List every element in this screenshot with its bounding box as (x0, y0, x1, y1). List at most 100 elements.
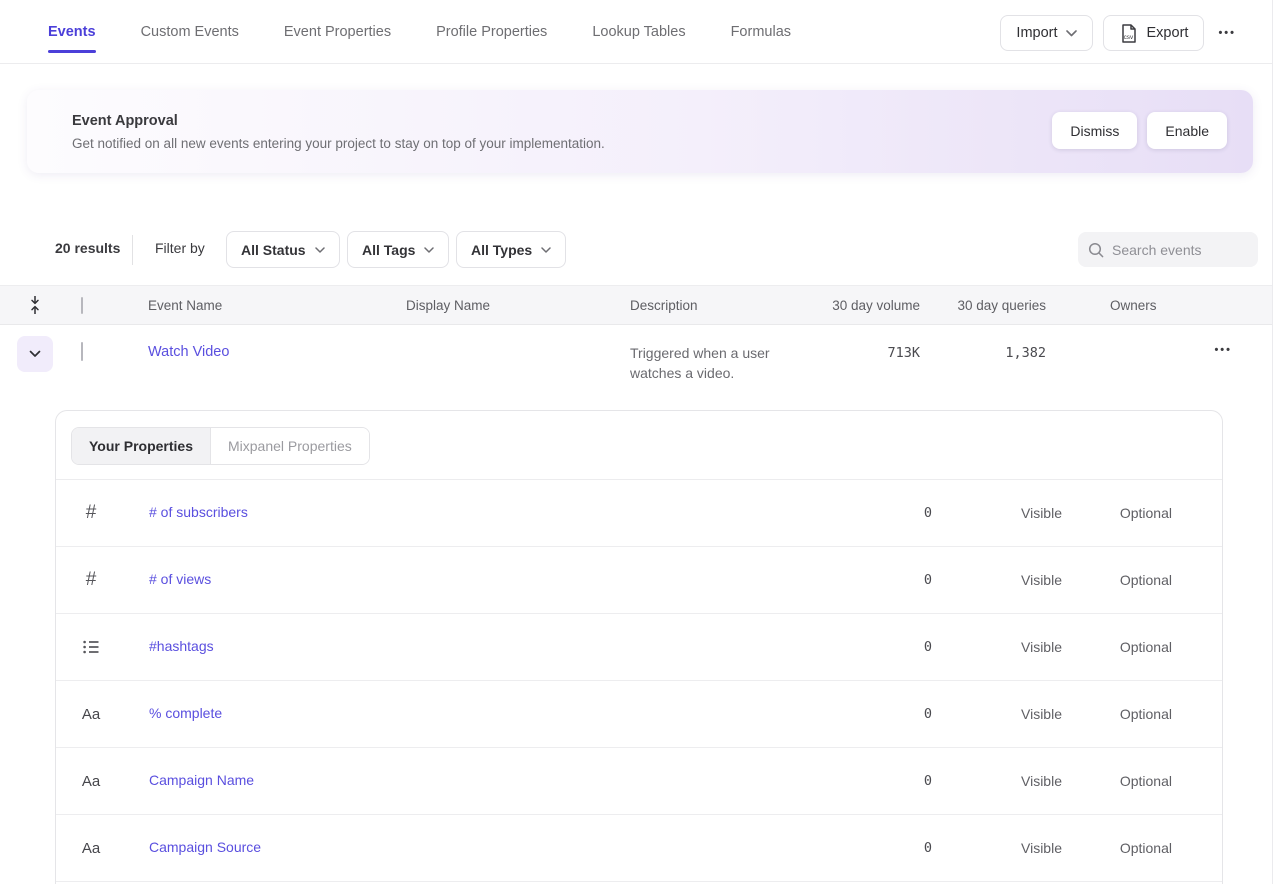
svg-text:csv: csv (1123, 34, 1133, 41)
property-requirement: Optional (1062, 840, 1172, 856)
tab-events[interactable]: Events (48, 18, 96, 46)
collapse-all-icon (29, 295, 41, 315)
number-type-icon: # (86, 569, 97, 591)
property-count: 0 (822, 572, 932, 588)
status-filter-dropdown[interactable]: All Status (226, 231, 340, 268)
nav-tabs: Events Custom Events Event Properties Pr… (48, 18, 791, 46)
tab-custom-events[interactable]: Custom Events (141, 18, 239, 46)
properties-panel: Your Properties Mixpanel Properties # # … (55, 410, 1223, 884)
event-name-link[interactable]: Watch Video (148, 344, 229, 360)
property-row: # # of subscribers 0 Visible Optional (56, 480, 1222, 547)
filter-by-label: Filter by (155, 240, 205, 256)
property-count: 0 (822, 639, 932, 655)
col-30-day-volume: 30 day volume (820, 298, 920, 313)
col-owners: Owners (1046, 298, 1272, 313)
list-type-icon (83, 640, 99, 654)
chevron-down-icon (29, 350, 41, 358)
dismiss-button[interactable]: Dismiss (1052, 112, 1137, 149)
search-box (1078, 232, 1258, 267)
property-name-link[interactable]: % complete (126, 705, 222, 721)
chevron-down-icon (1066, 30, 1077, 37)
property-count: 0 (822, 706, 932, 722)
top-nav: Events Custom Events Event Properties Pr… (0, 0, 1279, 64)
types-filter-dropdown[interactable]: All Types (456, 231, 566, 268)
tab-your-properties[interactable]: Your Properties (72, 428, 211, 464)
banner-actions: Dismiss Enable (1052, 112, 1227, 149)
property-row: # # of views 0 Visible Optional (56, 547, 1222, 614)
number-type-icon: # (86, 502, 97, 524)
property-name-link[interactable]: Campaign Source (126, 839, 261, 855)
csv-file-icon: csv (1119, 23, 1139, 44)
row-checkbox[interactable] (81, 342, 83, 361)
property-count: 0 (822, 773, 932, 789)
chevron-down-icon (424, 247, 434, 253)
select-all-checkbox[interactable] (81, 297, 83, 314)
row-more-button[interactable]: ••• (1210, 338, 1236, 362)
property-row: Aa Campaign Name 0 Visible Optional (56, 748, 1222, 815)
text-type-icon: Aa (82, 706, 100, 723)
queries-value: 1,382 (920, 345, 1046, 361)
table-row-watch-video: Watch Video Triggered when a user watche… (0, 326, 1272, 410)
banner-subtitle: Get notified on all new events entering … (72, 136, 605, 151)
tab-mixpanel-properties[interactable]: Mixpanel Properties (211, 428, 369, 464)
export-button[interactable]: csv Export (1103, 15, 1205, 51)
description-line-2: watches a video. (630, 363, 820, 383)
col-description: Description (630, 298, 820, 313)
import-button[interactable]: Import (1000, 15, 1092, 51)
chevron-down-icon (541, 247, 551, 253)
volume-value: 713K (820, 345, 920, 361)
tab-lookup-tables[interactable]: Lookup Tables (592, 18, 685, 46)
col-30-day-queries: 30 day queries (920, 298, 1046, 313)
scrollbar-track[interactable] (1272, 0, 1279, 884)
tab-formulas[interactable]: Formulas (731, 18, 791, 46)
events-table-header: Event Name Display Name Description 30 d… (0, 285, 1272, 325)
results-count: 20 results (55, 240, 120, 256)
property-name-link[interactable]: # of subscribers (126, 504, 248, 520)
property-visibility: Visible (932, 706, 1062, 722)
property-requirement: Optional (1062, 706, 1172, 722)
col-display-name: Display Name (406, 298, 630, 313)
search-icon (1088, 242, 1104, 258)
collapse-row-button[interactable] (17, 336, 53, 372)
property-row: #hashtags 0 Visible Optional (56, 614, 1222, 681)
description-cell: Triggered when a user watches a video. (630, 343, 820, 383)
search-input[interactable] (1112, 242, 1242, 258)
lexicon-page: Events Custom Events Event Properties Pr… (0, 0, 1279, 884)
event-approval-banner: Event Approval Get notified on all new e… (27, 90, 1253, 173)
collapse-all-button[interactable] (0, 295, 70, 315)
property-requirement: Optional (1062, 639, 1172, 655)
property-visibility: Visible (932, 572, 1062, 588)
banner-title: Event Approval (72, 113, 178, 129)
property-requirement: Optional (1062, 773, 1172, 789)
tab-events-label: Events (48, 24, 96, 40)
enable-button[interactable]: Enable (1147, 112, 1227, 149)
chevron-down-icon (315, 247, 325, 253)
export-button-label: Export (1147, 25, 1189, 41)
filter-bar: 20 results Filter by All Status All Tags… (0, 231, 1279, 269)
nav-actions: Import csv Export ••• (1000, 15, 1240, 51)
tab-profile-properties[interactable]: Profile Properties (436, 18, 547, 46)
description-line-1: Triggered when a user (630, 343, 820, 363)
property-visibility: Visible (932, 840, 1062, 856)
col-event-name: Event Name (148, 298, 406, 313)
tags-filter-dropdown[interactable]: All Tags (347, 231, 449, 268)
nav-more-button[interactable]: ••• (1214, 21, 1240, 45)
property-name-link[interactable]: #hashtags (126, 638, 214, 654)
property-name-link[interactable]: Campaign Name (126, 772, 254, 788)
property-row: Aa % complete 0 Visible Optional (56, 681, 1222, 748)
property-row: Aa Campaign Source 0 Visible Optional (56, 815, 1222, 882)
property-count: 0 (822, 840, 932, 856)
text-type-icon: Aa (82, 773, 100, 790)
active-tab-underline (48, 50, 96, 53)
property-name-link[interactable]: # of views (126, 571, 211, 587)
property-visibility: Visible (932, 505, 1062, 521)
properties-tab-bar: Your Properties Mixpanel Properties (56, 411, 1222, 480)
property-visibility: Visible (932, 639, 1062, 655)
text-type-icon: Aa (82, 840, 100, 857)
tab-event-properties[interactable]: Event Properties (284, 18, 391, 46)
properties-tabs: Your Properties Mixpanel Properties (71, 427, 370, 465)
divider (132, 235, 133, 265)
property-requirement: Optional (1062, 572, 1172, 588)
property-visibility: Visible (932, 773, 1062, 789)
import-button-label: Import (1016, 25, 1057, 41)
